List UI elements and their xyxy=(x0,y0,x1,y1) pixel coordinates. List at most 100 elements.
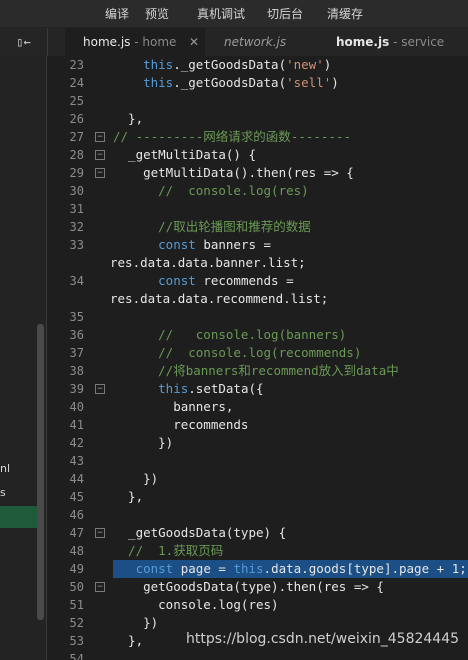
code-line[interactable]: 49 const page = this.data.goods[type].pa… xyxy=(47,560,468,578)
sidebar-toggle-icon[interactable]: ▯← xyxy=(0,28,48,56)
code-line[interactable]: 54 xyxy=(47,650,468,660)
code-line[interactable]: 37 // console.log(recommends) xyxy=(47,344,468,362)
code-text: this.setData({ xyxy=(158,381,264,396)
file-tree-text[interactable]: s xyxy=(0,486,6,499)
code-line[interactable]: 30 // console.log(res) xyxy=(47,182,468,200)
code-line[interactable]: 51 console.log(res) xyxy=(47,596,468,614)
code-line[interactable]: 44 }) xyxy=(47,470,468,488)
tab-label: network.js xyxy=(224,35,287,49)
line-number: 54 xyxy=(69,652,84,660)
code-line[interactable]: 52 }) xyxy=(47,614,468,632)
compile-button[interactable]: 编译 xyxy=(105,5,129,22)
code-text: }) xyxy=(113,615,159,630)
code-line[interactable]: 45 }, xyxy=(47,488,468,506)
preview-button[interactable]: 预览 xyxy=(145,5,169,22)
line-number: 24 xyxy=(69,76,84,90)
code-line[interactable]: 29 − getMultiData().then(res => { xyxy=(47,164,468,182)
line-number: 25 xyxy=(69,94,84,108)
close-icon[interactable]: ✕ xyxy=(189,28,199,56)
background-switch-button[interactable]: 切后台 xyxy=(267,5,303,22)
code-line[interactable]: 50 − getGoodsData(type).then(res => { xyxy=(47,578,468,596)
line-number: 39 xyxy=(69,382,84,396)
code-text: getMultiData().then(res => { xyxy=(113,165,354,180)
code-line[interactable]: 26 }, xyxy=(47,110,468,128)
code-editor[interactable]: 23 this._getGoodsData('new') 24 this._get… xyxy=(47,56,468,660)
line-number: 50 xyxy=(69,580,84,594)
fold-toggle-icon[interactable]: − xyxy=(95,384,105,394)
code-text: this._getGoodsData('sell') xyxy=(143,75,339,90)
code-line[interactable]: 48 // 1.获取页码 xyxy=(47,542,468,560)
code-line[interactable]: res.data.data.recommend.list; xyxy=(47,290,468,308)
line-number: 48 xyxy=(69,544,84,558)
code-text: _getGoodsData(type) { xyxy=(113,525,287,540)
code-line[interactable]: 33 const banners = xyxy=(47,236,468,254)
tab-network-js[interactable]: network.js xyxy=(206,28,314,56)
line-number: 26 xyxy=(69,112,84,126)
code-line[interactable]: 36 // console.log(banners) xyxy=(47,326,468,344)
tab-home-js-service[interactable]: home.js - service xyxy=(318,28,468,56)
code-line[interactable]: 28 − _getMultiData() { xyxy=(47,146,468,164)
line-number: 33 xyxy=(69,238,84,252)
code-line[interactable]: 40 banners, xyxy=(47,398,468,416)
tab-home-js-home[interactable]: home.js - home ✕ xyxy=(65,28,205,56)
code-text: this._getGoodsData('new') xyxy=(143,57,332,72)
code-text: // console.log(res) xyxy=(113,183,309,198)
fold-toggle-icon[interactable]: − xyxy=(95,150,105,160)
fold-toggle-icon[interactable]: − xyxy=(95,132,105,142)
watermark-text: https://blog.csdn.net/weixin_45824445 xyxy=(186,631,460,647)
code-text: // console.log(recommends) xyxy=(113,345,362,360)
line-number: 36 xyxy=(69,328,84,342)
code-line[interactable]: 43 xyxy=(47,452,468,470)
line-number: 31 xyxy=(69,202,84,216)
scrollbar[interactable] xyxy=(37,324,44,620)
code-line[interactable]: res.data.data.banner.list; xyxy=(47,254,468,272)
code-text: res.data.data.banner.list; xyxy=(110,255,306,270)
code-text: console.log(res) xyxy=(113,597,279,612)
line-number: 44 xyxy=(69,472,84,486)
code-line[interactable]: 31 xyxy=(47,200,468,218)
code-line[interactable]: 38 //将banners和recommend放入到data中 xyxy=(47,362,468,380)
line-number: 42 xyxy=(69,436,84,450)
line-number: 28 xyxy=(69,148,84,162)
line-number: 27 xyxy=(69,130,84,144)
line-number: 38 xyxy=(69,364,84,378)
code-text: recommends xyxy=(113,417,249,432)
code-line[interactable]: 46 xyxy=(47,506,468,524)
code-text: // ---------网络请求的函数-------- xyxy=(113,129,352,144)
code-text: banners, xyxy=(113,399,234,414)
code-text: const page = this.data.goods[type].page … xyxy=(113,560,468,578)
line-number: 41 xyxy=(69,418,84,432)
fold-toggle-icon[interactable]: − xyxy=(95,168,105,178)
fold-toggle-icon[interactable]: − xyxy=(95,582,105,592)
clear-cache-button[interactable]: 清缓存 xyxy=(327,5,363,22)
code-line[interactable]: 32 //取出轮播图和推荐的数据 xyxy=(47,218,468,236)
line-number: 45 xyxy=(69,490,84,504)
code-text: }, xyxy=(113,489,144,504)
tab-label: home.js xyxy=(336,35,390,49)
fold-toggle-icon[interactable]: − xyxy=(95,528,105,538)
file-tree-selected-item[interactable] xyxy=(0,506,37,528)
code-text: //将banners和recommend放入到data中 xyxy=(113,363,399,378)
line-number: 37 xyxy=(69,346,84,360)
code-line[interactable]: 47 − _getGoodsData(type) { xyxy=(47,524,468,542)
code-line[interactable]: 27 −// ---------网络请求的函数-------- xyxy=(47,128,468,146)
code-text: _getMultiData() { xyxy=(113,147,256,162)
real-device-debug-button[interactable]: 真机调试 xyxy=(197,5,245,22)
code-line[interactable]: 25 xyxy=(47,92,468,110)
file-tree-text[interactable]: nl xyxy=(0,462,10,475)
code-line[interactable]: 39 − this.setData({ xyxy=(47,380,468,398)
code-line[interactable]: 41 recommends xyxy=(47,416,468,434)
line-number: 23 xyxy=(69,58,84,72)
line-number: 51 xyxy=(69,598,84,612)
code-line[interactable]: 42 }) xyxy=(47,434,468,452)
code-line[interactable]: 24 this._getGoodsData('sell') xyxy=(47,74,468,92)
code-line[interactable]: 23 this._getGoodsData('new') xyxy=(47,56,468,74)
code-text: // console.log(banners) xyxy=(113,327,347,342)
line-number: 53 xyxy=(69,634,84,648)
line-number: 34 xyxy=(69,274,84,288)
file-tree-panel: nl s xyxy=(0,56,47,660)
code-text: res.data.data.recommend.list; xyxy=(110,291,329,306)
code-line[interactable]: 34 const recommends = xyxy=(47,272,468,290)
code-line[interactable]: 35 xyxy=(47,308,468,326)
line-number: 32 xyxy=(69,220,84,234)
